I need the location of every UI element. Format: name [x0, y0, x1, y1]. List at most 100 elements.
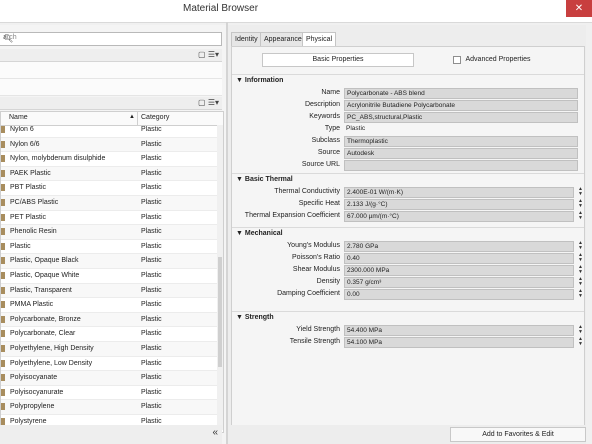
material-swatch [1, 242, 5, 250]
property-value-field[interactable]: 2.133 J/(g·°C) [344, 199, 574, 210]
property-label: Poisson's Ratio [291, 254, 340, 261]
collapse-icon[interactable]: « [212, 427, 218, 438]
advanced-checkbox[interactable] [453, 56, 461, 64]
spinner-arrows-icon[interactable]: ▲ ▼ [578, 241, 583, 251]
property-value-field[interactable]: Polycarbonate - ABS blend [344, 88, 578, 99]
column-divider[interactable] [137, 112, 138, 125]
thermal-section-header[interactable]: ▼ Basic Thermal [232, 173, 584, 186]
material-swatch [1, 271, 5, 279]
spinner-arrows-icon[interactable]: ▲ ▼ [578, 265, 583, 275]
view-options-icon[interactable]: ▢ ☰▾ [198, 50, 219, 59]
property-value-field[interactable]: 2.780 GPa [344, 241, 574, 252]
advanced-properties-option[interactable]: Advanced Properties [422, 53, 574, 67]
mechanical-section: ▼ Mechanical Young's Modulus 2.780 GPa ▲ ▼ Po… [232, 227, 584, 300]
table-row[interactable]: Phenolic Resin Plastic [1, 225, 217, 240]
property-value-field[interactable]: Thermoplastic [344, 136, 578, 147]
table-row[interactable]: Nylon 6/6 Plastic [1, 137, 217, 153]
property-value-field[interactable]: 0.40 [344, 253, 574, 264]
spinner-arrows-icon[interactable]: ▲ ▼ [578, 199, 583, 209]
material-name: Polycarbonate, Bronze [10, 315, 81, 323]
property-row: Source Autodesk [232, 147, 584, 159]
property-value-field[interactable]: 54.400 MPa [344, 325, 574, 336]
table-row[interactable]: PMMA Plastic Plastic [1, 298, 217, 313]
editor-pane: Identity Appearance Physical Basic Prope… [228, 25, 586, 444]
table-row[interactable]: Nylon, molybdenum disulphide Plastic [1, 152, 217, 167]
table-row[interactable]: Polyisocyanate Plastic [1, 371, 217, 386]
property-value-field[interactable]: Autodesk [344, 148, 578, 159]
spinner-arrows-icon[interactable]: ▲ ▼ [578, 187, 583, 197]
spinner-arrows-icon[interactable]: ▲ ▼ [578, 277, 583, 287]
collapse-triangle-icon: ▼ [236, 230, 243, 237]
material-category: Plastic [141, 126, 162, 133]
property-value-field[interactable]: PC_ABS,structural,Plastic [344, 112, 578, 123]
table-row[interactable]: Plastic, Opaque Black Plastic [1, 254, 217, 269]
basic-properties-button[interactable]: Basic Properties [262, 53, 414, 67]
collapse-triangle-icon: ▼ [236, 77, 243, 84]
list-scrollbar[interactable] [217, 125, 223, 430]
material-category: Plastic [141, 388, 162, 396]
table-row[interactable]: Polyethylene, Low Density Plastic [1, 356, 217, 372]
material-category: Plastic [141, 155, 162, 163]
tab-physical[interactable]: Physical [302, 32, 337, 47]
spinner-arrows-icon[interactable]: ▲ ▼ [578, 337, 583, 347]
search-field[interactable]: arch 🔍︎ [0, 32, 222, 46]
table-row[interactable]: Polyisocyanurate Plastic [1, 385, 217, 401]
spinner-arrows-icon[interactable]: ▲ ▼ [578, 253, 583, 263]
property-value-field[interactable] [344, 160, 578, 171]
property-label: Thermal Conductivity [274, 188, 340, 195]
table-row[interactable]: PBT Plastic Plastic [1, 181, 217, 196]
scrollbar-thumb[interactable] [218, 257, 222, 367]
material-table: Nylon 6 Plastic Nylon 6/6 Plastic Nylon, mol… [0, 111, 224, 433]
material-name: Polyethylene, Low Density [10, 359, 93, 367]
window-title: Material Browser [183, 3, 259, 14]
property-label: Specific Heat [298, 200, 340, 207]
material-name: Plastic, Opaque Black [10, 257, 79, 265]
close-button[interactable]: ✕ [566, 0, 592, 17]
property-value-field[interactable]: 67.000 µm/(m·°C) [344, 211, 574, 222]
material-swatch [1, 155, 5, 163]
table-row[interactable]: PAEK Plastic Plastic [1, 166, 217, 182]
property-value-field[interactable]: Acrylonitrile Butadiene Polycarbonate [344, 100, 578, 111]
property-value-field[interactable]: 54.100 MPa [344, 337, 574, 348]
tab-identity[interactable]: Identity [231, 32, 262, 46]
table-row[interactable]: Polypropylene Plastic [1, 400, 217, 415]
material-name: Polycarbonate, Clear [10, 330, 76, 338]
property-value-field[interactable]: 0.00 [344, 289, 574, 300]
table-row[interactable]: PC/ABS Plastic Plastic [1, 195, 217, 211]
property-label: Density [316, 278, 340, 285]
spinner-arrows-icon[interactable]: ▲ ▼ [578, 289, 583, 299]
strength-section-header[interactable]: ▼ Strength [232, 311, 584, 324]
tab-appearance[interactable]: Appearance [260, 32, 306, 46]
category-column-header[interactable]: Category [141, 114, 169, 121]
information-section-header[interactable]: ▼ Information [232, 74, 584, 87]
property-row: Shear Modulus 2300.000 MPa ▲ ▼ [232, 264, 584, 276]
table-row[interactable]: Plastic, Opaque White Plastic [1, 268, 217, 284]
property-value-field[interactable]: 0.357 g/cm³ [344, 277, 574, 288]
section-title: Information [244, 77, 284, 84]
table-row[interactable]: Polyethylene, High Density Plastic [1, 341, 217, 357]
search-icon[interactable]: 🔍︎ [3, 34, 218, 43]
material-swatch [1, 169, 5, 177]
property-value-field[interactable]: 2300.000 MPa [344, 265, 574, 276]
property-value-field[interactable]: 2.400E-01 W/(m·K) [344, 187, 574, 198]
material-rows: Nylon 6 Plastic Nylon 6/6 Plastic Nylon, mol… [1, 123, 217, 432]
table-row[interactable]: PET Plastic Plastic [1, 210, 217, 226]
table-row[interactable]: Polycarbonate, Bronze Plastic [1, 312, 217, 328]
material-swatch [1, 417, 5, 425]
spinner-arrows-icon[interactable]: ▲ ▼ [578, 211, 583, 221]
table-row[interactable]: Polycarbonate, Clear Plastic [1, 327, 217, 342]
add-to-favorites-button[interactable]: Add to Favorites & Edit [450, 427, 586, 442]
list-view-icon[interactable]: ▢ ☰▾ [198, 98, 219, 107]
mechanical-section-header[interactable]: ▼ Mechanical [232, 227, 584, 240]
library-row[interactable] [0, 79, 222, 96]
spinner-arrows-icon[interactable]: ▲ ▼ [578, 325, 583, 335]
material-list-toolbar: ▢ ☰▾ [0, 97, 222, 110]
advanced-properties-label: Advanced Properties [465, 56, 531, 63]
table-row[interactable]: Plastic Plastic [1, 239, 217, 255]
table-row[interactable]: Plastic, Transparent Plastic [1, 283, 217, 299]
name-column-header[interactable]: Name [9, 114, 28, 121]
library-row[interactable] [0, 62, 222, 79]
material-category: Plastic [141, 301, 162, 309]
property-label: Shear Modulus [292, 266, 340, 273]
material-name: PMMA Plastic [10, 301, 54, 309]
